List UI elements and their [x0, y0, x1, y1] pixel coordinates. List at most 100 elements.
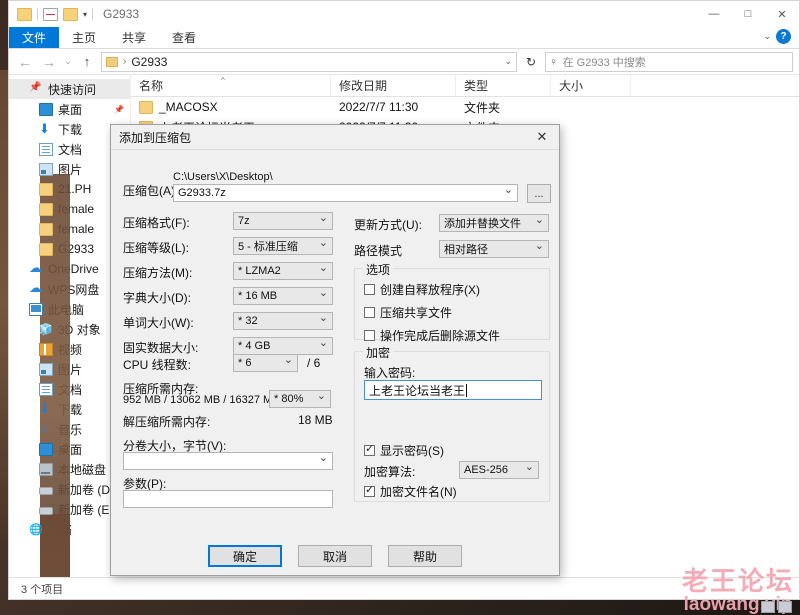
pin-icon	[29, 82, 43, 96]
field-dropdown-3[interactable]: * 16 MB	[233, 286, 333, 305]
tab-home[interactable]: 主页	[59, 27, 109, 48]
cpu-threads-dropdown[interactable]: * 6	[233, 353, 298, 372]
window-title: G2933	[103, 7, 140, 21]
status-bar: 3 个项目	[9, 577, 799, 599]
checklist-icon[interactable]	[43, 7, 58, 21]
minimize-button[interactable]: —	[697, 1, 731, 27]
folder-icon[interactable]	[17, 7, 32, 21]
column-header-type[interactable]: 类型	[456, 75, 551, 96]
search-input[interactable]: ⌕ 在 G2933 中搜索	[545, 51, 793, 72]
encrypt-filenames-checkbox[interactable]: 加密文件名(N)	[364, 483, 457, 500]
back-button[interactable]: ←	[15, 54, 35, 70]
pc-icon	[29, 302, 43, 316]
browse-button[interactable]: ...	[527, 184, 551, 203]
archive-filename-input[interactable]: G2933.7z	[173, 183, 518, 202]
field-dropdown-0[interactable]: 7z	[233, 211, 333, 230]
field-label-1: 压缩等级(L):	[123, 241, 190, 255]
recent-locations-icon[interactable]: ⌄	[63, 56, 73, 67]
volume-size-input[interactable]	[123, 451, 333, 470]
options-checkbox-list: 创建自释放程序(X) 压缩共享文件操作完成后删除源文件	[355, 269, 549, 344]
chevron-down-icon[interactable]: ⌄	[763, 31, 771, 42]
field-value-0: 7z	[238, 215, 250, 227]
option-checkbox-2[interactable]: 操作完成后删除源文件	[364, 327, 549, 344]
cube-icon	[39, 323, 53, 336]
path-mode-dropdown[interactable]: 相对路径	[439, 239, 549, 258]
sidebar-item-[interactable]: 桌面 📌	[9, 99, 130, 577]
cpu-threads-value: 6	[245, 357, 252, 369]
value-prefix: *	[238, 315, 243, 327]
dialog-close-button[interactable]: ✕	[525, 125, 559, 149]
cpu-threads-total: / 6	[307, 356, 321, 370]
forward-button[interactable]: →	[39, 54, 59, 70]
password-input[interactable]: 上老王论坛当老王	[364, 380, 542, 400]
encryption-group: 加密 输入密码: 上老王论坛当老王 显示密码(S) 加密算法: AES-256 …	[354, 344, 550, 502]
decompress-memory-value: 18 MB	[298, 413, 333, 427]
maximize-button[interactable]: □	[731, 1, 765, 27]
memory-percent-dropdown[interactable]: * 80%	[269, 389, 331, 408]
options-group-title: 选项	[363, 261, 394, 278]
parameters-input[interactable]	[123, 490, 333, 508]
cell-type-text: 文件夹	[464, 100, 501, 115]
value-prefix: *	[238, 357, 243, 369]
algorithm-dropdown[interactable]: AES-256	[459, 460, 539, 479]
tab-file[interactable]: 文件	[9, 27, 60, 48]
column-headers: 名称 ^ 修改日期 类型 大小	[131, 75, 799, 97]
column-header-name[interactable]: 名称 ^	[131, 75, 331, 96]
table-row[interactable]: _MACOSX 2022/7/7 11:30 文件夹	[131, 97, 799, 117]
folder-icon[interactable]	[63, 7, 78, 21]
checkbox-icon	[364, 483, 375, 497]
cell-name-text: _MACOSX	[159, 100, 218, 114]
path-mode-value: 相对路径	[444, 244, 488, 256]
window-controls: — □ ✕	[697, 1, 799, 27]
dialog-title: 添加到压缩包	[119, 130, 192, 145]
help-icon[interactable]: ?	[776, 29, 791, 44]
close-button[interactable]: ✕	[765, 1, 799, 27]
cloud-icon	[29, 280, 43, 296]
cancel-button[interactable]: 取消	[298, 545, 372, 567]
chevron-down-icon[interactable]: ▾	[83, 10, 87, 19]
add-to-archive-dialog: 添加到压缩包 ✕ 压缩包(A) C:\Users\X\Desktop\ G293…	[110, 124, 560, 576]
encrypt-filenames-label: 加密文件名(N)	[380, 485, 457, 499]
field-label-3: 字典大小(D):	[123, 291, 191, 305]
password-label: 输入密码:	[364, 366, 416, 380]
desktop-icon	[39, 102, 70, 577]
column-header-size[interactable]: 大小	[551, 75, 631, 96]
dialog-footer: 确定 取消 帮助	[111, 537, 559, 575]
sort-ascending-icon: ^	[221, 76, 225, 85]
field-dropdown-4[interactable]: * 32	[233, 311, 333, 330]
ok-button[interactable]: 确定	[208, 545, 282, 567]
update-mode-label: 更新方式(U):	[354, 218, 422, 232]
sidebar-item-label: 快速访问	[48, 82, 97, 97]
field-dropdown-1[interactable]: 5 - 标准压缩	[233, 236, 333, 255]
tray-icon[interactable]	[761, 601, 775, 613]
address-input[interactable]: › G2933 ⌄	[101, 51, 517, 72]
tray-icon[interactable]	[778, 601, 792, 613]
up-button[interactable]: ↑	[77, 54, 97, 69]
tab-view[interactable]: 查看	[159, 27, 209, 48]
algorithm-label: 加密算法:	[364, 465, 416, 479]
cloud-icon	[29, 260, 43, 276]
field-label-5: 固实数据大小:	[123, 341, 199, 355]
option-checkbox-1[interactable]: 压缩共享文件	[364, 304, 549, 321]
download-icon	[39, 401, 53, 417]
desktop-icon	[39, 442, 70, 577]
show-password-checkbox[interactable]: 显示密码(S)	[364, 442, 444, 459]
pin-icon[interactable]: 📌	[114, 105, 124, 114]
search-placeholder: 在 G2933 中搜索	[562, 56, 646, 69]
sidebar-item-label: 桌面	[58, 102, 83, 117]
option-checkbox-0[interactable]: 创建自释放程序(X)	[364, 281, 549, 298]
help-button[interactable]: 帮助	[388, 545, 462, 567]
archive-path-text: C:\Users\X\Desktop\	[173, 171, 273, 183]
option-label-1: 压缩共享文件	[380, 306, 453, 320]
sidebar-item-[interactable]: 快速访问	[9, 79, 130, 99]
encryption-group-title: 加密	[363, 344, 394, 361]
tab-share[interactable]: 共享	[109, 27, 159, 48]
archive-filename-value: G2933.7z	[178, 187, 226, 199]
column-header-date[interactable]: 修改日期	[331, 75, 456, 96]
field-dropdown-2[interactable]: * LZMA2	[233, 261, 333, 280]
update-mode-dropdown[interactable]: 添加并替换文件	[439, 213, 549, 232]
chevron-down-icon[interactable]: ⌄	[504, 56, 512, 67]
text-caret	[466, 383, 468, 397]
refresh-icon[interactable]: ↻	[521, 55, 541, 69]
disk-icon	[39, 462, 53, 476]
